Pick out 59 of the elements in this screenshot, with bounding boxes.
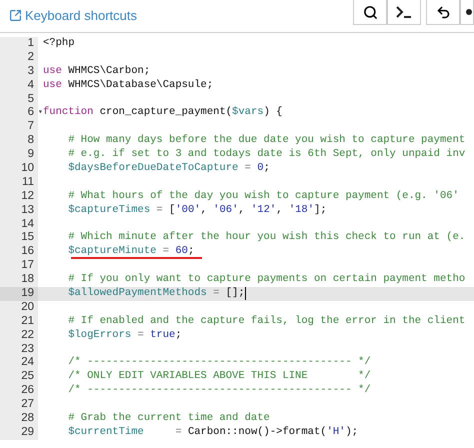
line-number: 29: [21, 426, 34, 440]
code-line: $captureMinute = 60;: [67, 245, 194, 260]
line-number: 8: [28, 134, 34, 148]
terminal-button[interactable]: [387, 0, 421, 25]
code-line: /* ------------------------------------------ */: [67, 356, 371, 370]
terminal-icon: [396, 6, 412, 18]
search-icon: [362, 4, 378, 20]
line-number: 7: [28, 120, 34, 134]
code-line: /* ------------------------------------------ */: [67, 384, 371, 398]
line-number: 5: [28, 92, 34, 106]
line-number: 2: [28, 50, 34, 65]
keyboard-shortcuts-link[interactable]: Keyboard shortcuts: [9, 6, 138, 26]
line-number: 14: [21, 218, 34, 232]
toolbar-button[interactable]: [460, 0, 474, 25]
line-number: 19: [21, 287, 34, 301]
code-line: $currentTime = Carbon::now()->format('H');: [67, 426, 358, 440]
line-number: 12: [21, 190, 34, 204]
line-number: 16: [21, 245, 34, 260]
code-line: # What hours of the day you wish to capture payment (e.g. '06': [67, 190, 459, 204]
line-number: 18: [21, 273, 34, 288]
line-number: 10: [21, 162, 34, 176]
line-number: 17: [21, 259, 34, 274]
code-line: $captureTimes = ['00', '06', '12', '18'];: [67, 204, 327, 218]
line-number: 1: [28, 37, 34, 51]
search-button[interactable]: [353, 0, 387, 25]
code-line: # If enabled and the capture fails, log the error in the client: [67, 314, 466, 329]
line-number: 26: [21, 384, 34, 398]
code-line: <?php: [43, 37, 75, 51]
code-line: # If you only want to capture payments on certain payment metho: [67, 273, 466, 287]
line-number: 20: [21, 300, 34, 315]
code-line: # Which minute after the hour you wish this check to run at (e.: [67, 231, 466, 245]
line-number: 9: [28, 148, 34, 162]
line-number: 15: [21, 231, 34, 246]
external-link-icon: [9, 9, 22, 22]
line-number: 22: [21, 328, 34, 343]
line-number: 13: [21, 204, 34, 218]
code-line: $allowedPaymentMethods = [];: [67, 287, 245, 301]
line-number: 24: [21, 356, 34, 370]
line-number: 21: [21, 314, 34, 329]
line-number: 6: [28, 106, 34, 120]
code-line: $logErrors = true;: [67, 328, 182, 343]
line-number: 11: [22, 176, 34, 190]
line-number: 28: [21, 412, 34, 426]
code-line: /* ONLY EDIT VARIABLES ABOVE THIS LINE */: [67, 370, 371, 384]
line-number: 27: [21, 398, 34, 412]
code-line: # How many days before the due date you wish to capture payment: [67, 134, 466, 148]
undo-button[interactable]: [426, 0, 460, 25]
line-number: 23: [21, 342, 34, 356]
code-line: function cron_capture_payment($vars) {: [43, 106, 282, 120]
line-number: 25: [21, 370, 34, 384]
line-number: 4: [28, 78, 34, 93]
undo-icon: [436, 4, 450, 20]
line-number: 3: [28, 64, 34, 79]
code-line: use WHMCS\Database\Capsule;: [43, 78, 214, 93]
code-line: # e.g. if set to 3 and todays date is 6th Sept, only unpaid inv: [67, 148, 466, 162]
code-line: use WHMCS\Carbon;: [43, 64, 150, 79]
code-line: # Grab the current time and date: [67, 412, 270, 426]
code-line: $daysBeforeDueDateToCapture = 0;: [67, 162, 270, 176]
fold-marker[interactable]: ▾: [38, 106, 43, 120]
